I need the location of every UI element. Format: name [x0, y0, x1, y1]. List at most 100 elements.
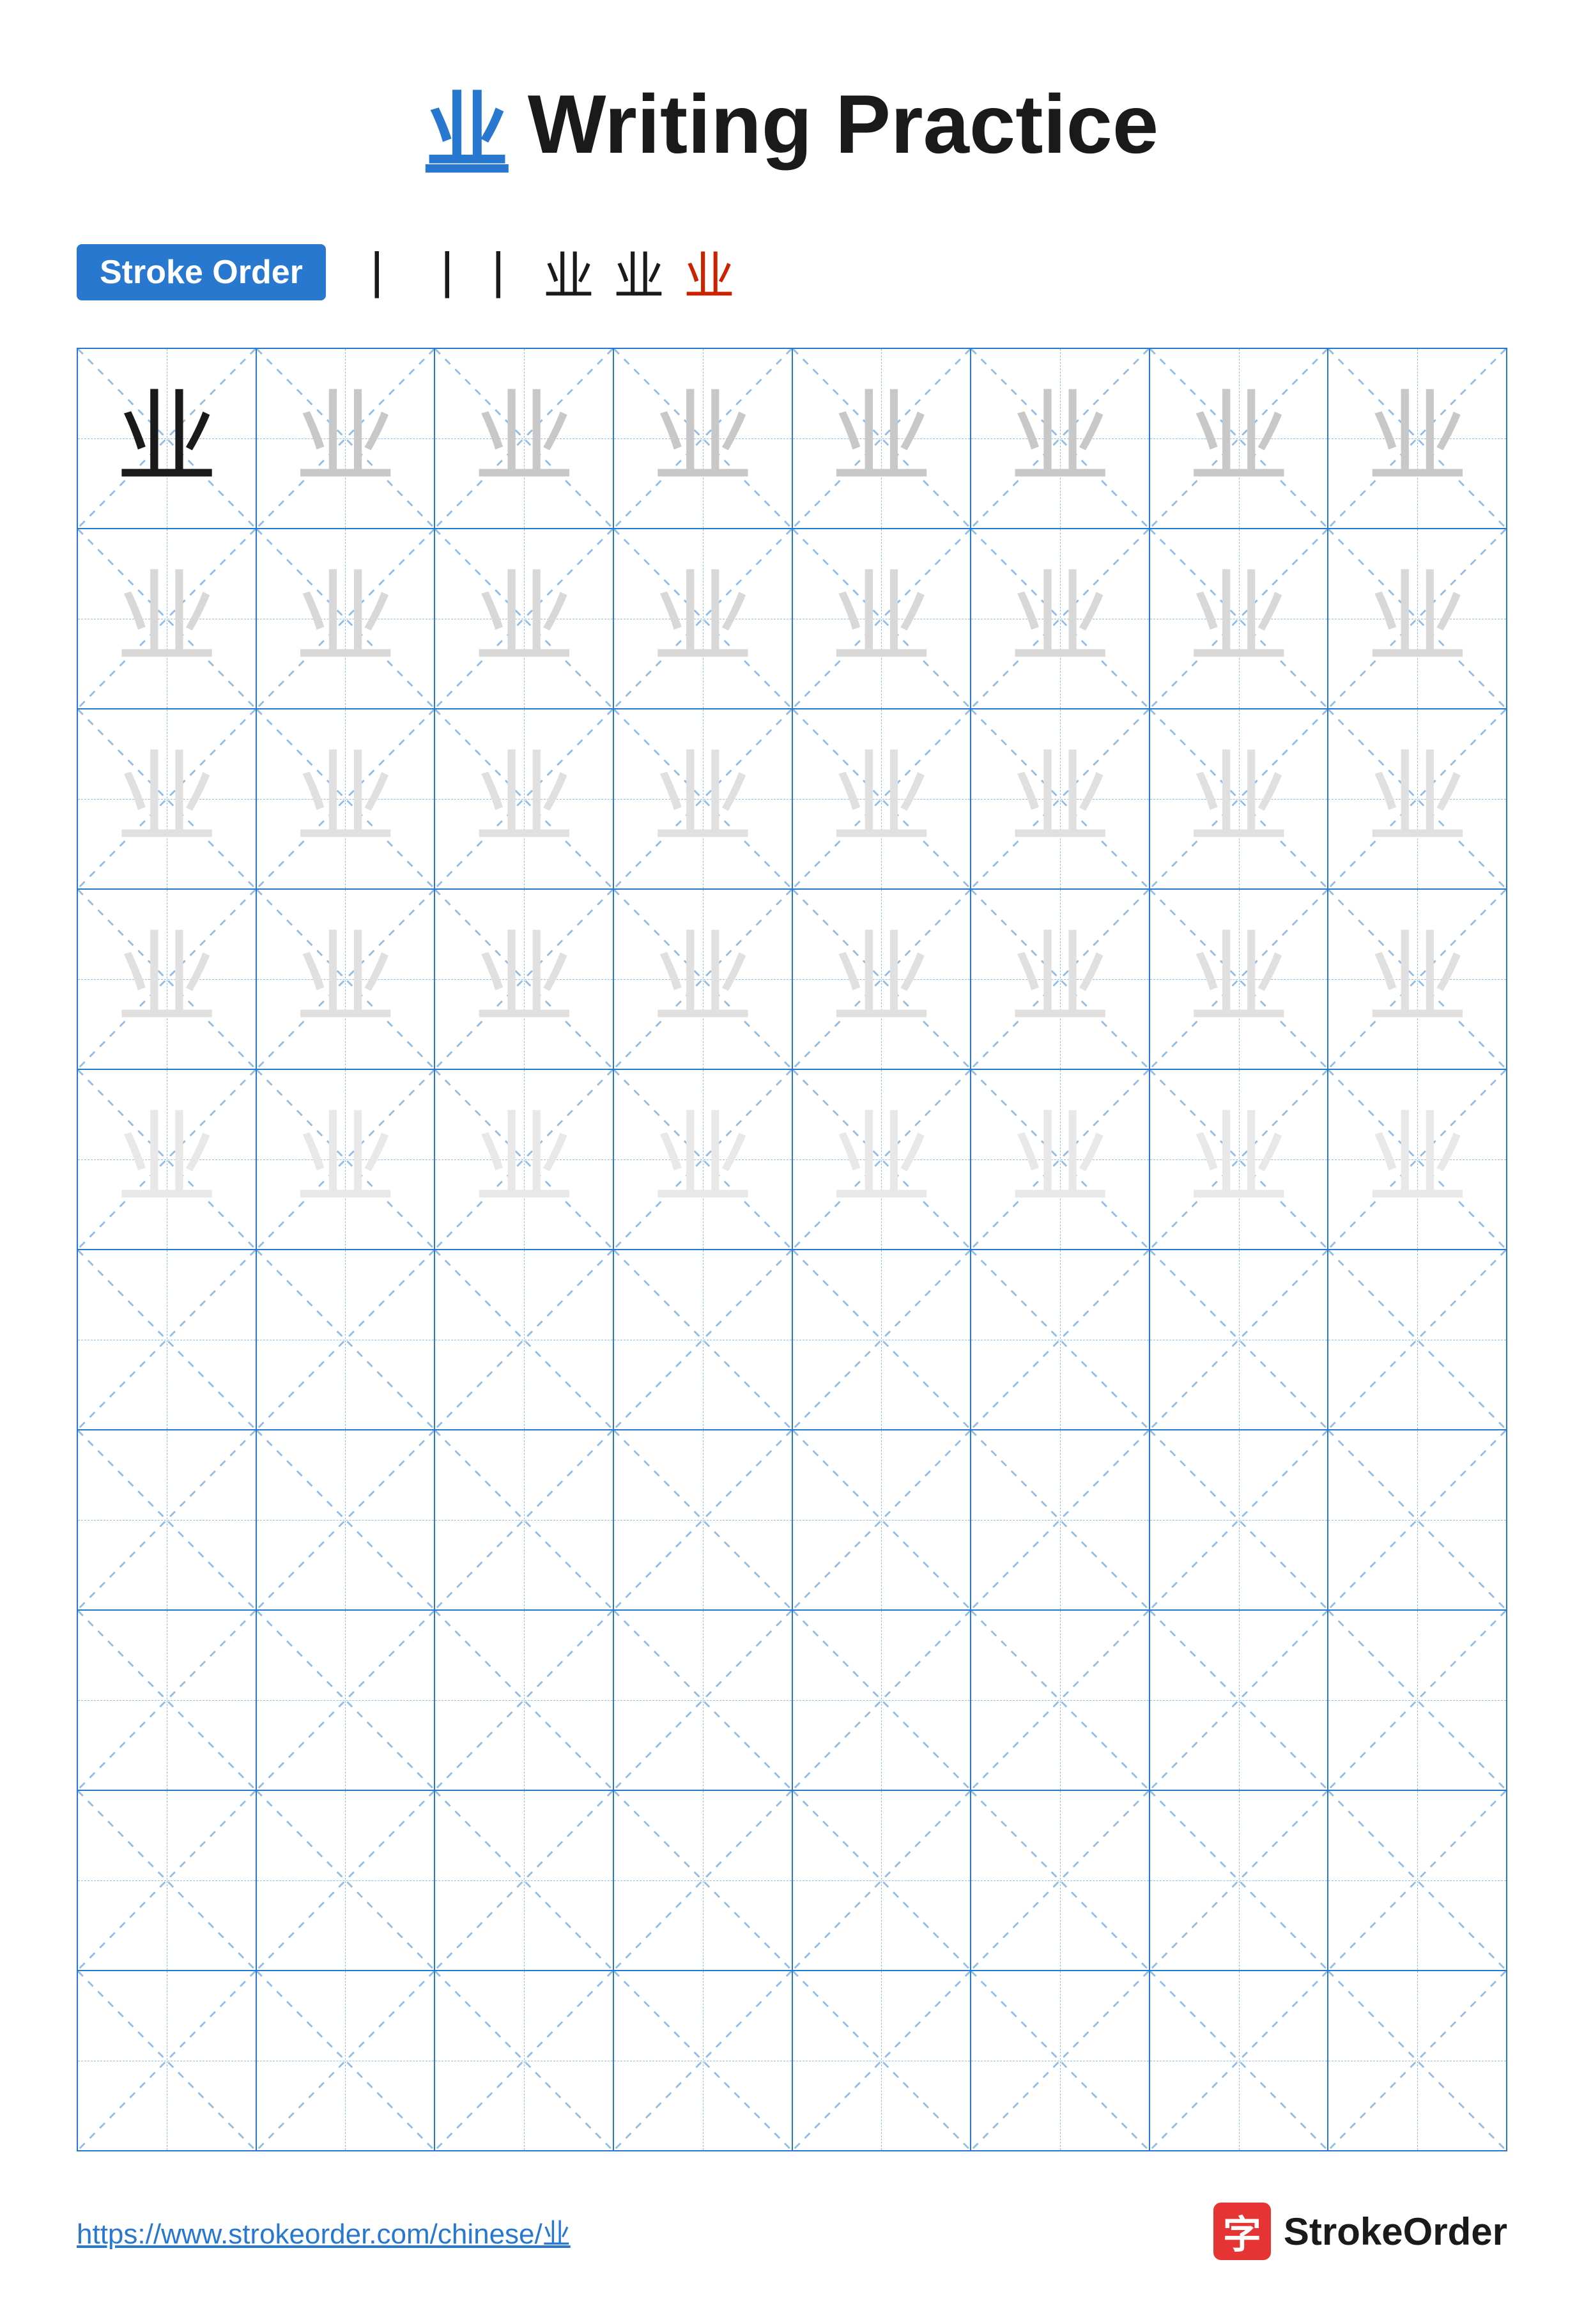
grid-row-5: 业 业 业 业 业 业 业 — [78, 1070, 1506, 1250]
footer: https://www.strokeorder.com/chinese/业 字 … — [77, 2203, 1507, 2260]
cell-character: 业 — [1188, 1108, 1290, 1211]
grid-cell[interactable] — [257, 1250, 436, 1429]
grid-cell[interactable]: 业 — [1150, 709, 1329, 888]
grid-cell[interactable] — [1150, 1430, 1329, 1609]
grid-cell[interactable] — [793, 1250, 972, 1429]
grid-row-6 — [78, 1250, 1506, 1430]
grid-cell[interactable]: 业 — [971, 1070, 1150, 1249]
grid-cell[interactable] — [614, 1430, 793, 1609]
grid-cell[interactable] — [793, 1430, 972, 1609]
grid-cell[interactable]: 业 — [257, 890, 436, 1069]
grid-cell[interactable] — [614, 1611, 793, 1790]
grid-cell[interactable] — [971, 1430, 1150, 1609]
practice-grid: 业 业 业 业 业 业 业 — [77, 348, 1507, 2151]
grid-cell[interactable] — [793, 1791, 972, 1970]
grid-cell[interactable]: 业 — [1150, 349, 1329, 528]
grid-cell[interactable]: 业 — [614, 1070, 793, 1249]
grid-cell[interactable] — [435, 1971, 614, 2150]
grid-cell[interactable] — [1328, 1971, 1506, 2150]
grid-cell[interactable]: 业 — [1328, 529, 1506, 708]
grid-cell[interactable]: 业 — [1150, 529, 1329, 708]
stroke-1: 丨 — [351, 235, 403, 309]
grid-cell[interactable]: 业 — [793, 709, 972, 888]
grid-cell[interactable]: 业 — [614, 890, 793, 1069]
grid-cell[interactable] — [435, 1611, 614, 1790]
grid-cell[interactable] — [1150, 1971, 1329, 2150]
grid-cell[interactable]: 业 — [971, 349, 1150, 528]
grid-cell[interactable]: 业 — [1150, 890, 1329, 1069]
grid-cell[interactable] — [257, 1791, 436, 1970]
grid-cell[interactable]: 业 — [793, 349, 972, 528]
grid-cell[interactable]: 业 — [257, 1070, 436, 1249]
grid-cell[interactable] — [1328, 1791, 1506, 1970]
grid-cell[interactable] — [1328, 1250, 1506, 1429]
grid-cell[interactable] — [78, 1611, 257, 1790]
grid-cell[interactable]: 业 — [971, 890, 1150, 1069]
grid-cell[interactable]: 业 — [435, 529, 614, 708]
cell-character: 业 — [294, 928, 396, 1030]
logo-chinese-char: 字 — [1223, 2204, 1261, 2259]
cell-character: 业 — [116, 928, 218, 1030]
grid-cell[interactable]: 业 — [1328, 709, 1506, 888]
grid-cell[interactable]: 业 — [971, 709, 1150, 888]
grid-cell[interactable] — [971, 1250, 1150, 1429]
grid-cell[interactable]: 业 — [614, 349, 793, 528]
grid-cell[interactable] — [614, 1250, 793, 1429]
cell-character: 业 — [1366, 568, 1468, 670]
grid-cell[interactable] — [793, 1971, 972, 2150]
grid-cell[interactable]: 业 — [78, 529, 257, 708]
grid-cell[interactable]: 业 — [435, 349, 614, 528]
cell-character: 业 — [473, 1108, 575, 1211]
grid-cell[interactable] — [1150, 1791, 1329, 1970]
grid-cell[interactable] — [971, 1791, 1150, 1970]
grid-cell[interactable]: 业 — [1328, 890, 1506, 1069]
grid-cell[interactable]: 业 — [78, 349, 257, 528]
grid-cell[interactable]: 业 — [1328, 1070, 1506, 1249]
grid-cell[interactable]: 业 — [614, 529, 793, 708]
grid-cell[interactable] — [971, 1611, 1150, 1790]
grid-cell[interactable]: 业 — [78, 709, 257, 888]
grid-cell[interactable] — [257, 1611, 436, 1790]
grid-cell[interactable] — [1150, 1611, 1329, 1790]
grid-cell[interactable] — [971, 1971, 1150, 2150]
grid-cell[interactable]: 业 — [435, 709, 614, 888]
cell-character: 业 — [1366, 387, 1468, 490]
grid-cell[interactable] — [435, 1430, 614, 1609]
grid-cell[interactable] — [1328, 1611, 1506, 1790]
grid-cell[interactable]: 业 — [971, 529, 1150, 708]
footer-logo: 字 StrokeOrder — [1213, 2203, 1507, 2260]
grid-cell[interactable]: 业 — [78, 890, 257, 1069]
footer-url[interactable]: https://www.strokeorder.com/chinese/业 — [77, 2211, 571, 2252]
grid-row-9 — [78, 1791, 1506, 1971]
grid-cell[interactable]: 业 — [793, 529, 972, 708]
grid-cell[interactable]: 业 — [793, 890, 972, 1069]
grid-cell[interactable]: 业 — [257, 349, 436, 528]
grid-cell[interactable] — [78, 1250, 257, 1429]
cell-character: 业 — [652, 748, 754, 850]
cell-character: 业 — [830, 928, 932, 1030]
grid-cell[interactable]: 业 — [1328, 349, 1506, 528]
grid-cell[interactable] — [1328, 1430, 1506, 1609]
cell-character: 业 — [116, 568, 218, 670]
grid-cell[interactable]: 业 — [435, 890, 614, 1069]
grid-cell[interactable] — [257, 1430, 436, 1609]
grid-cell[interactable] — [78, 1430, 257, 1609]
grid-cell[interactable]: 业 — [435, 1070, 614, 1249]
grid-cell[interactable]: 业 — [257, 709, 436, 888]
grid-cell[interactable] — [614, 1971, 793, 2150]
grid-cell[interactable] — [435, 1791, 614, 1970]
grid-cell[interactable] — [793, 1611, 972, 1790]
grid-cell[interactable] — [78, 1971, 257, 2150]
grid-cell[interactable] — [78, 1791, 257, 1970]
grid-cell[interactable]: 业 — [78, 1070, 257, 1249]
grid-cell[interactable] — [257, 1971, 436, 2150]
grid-cell[interactable]: 业 — [257, 529, 436, 708]
grid-cell[interactable]: 业 — [1150, 1070, 1329, 1249]
grid-row-4: 业 业 业 业 业 业 业 — [78, 890, 1506, 1070]
grid-cell[interactable] — [614, 1791, 793, 1970]
grid-cell[interactable]: 业 — [793, 1070, 972, 1249]
grid-cell[interactable] — [435, 1250, 614, 1429]
grid-cell[interactable] — [1150, 1250, 1329, 1429]
grid-cell[interactable]: 业 — [614, 709, 793, 888]
cell-character: 业 — [473, 928, 575, 1030]
